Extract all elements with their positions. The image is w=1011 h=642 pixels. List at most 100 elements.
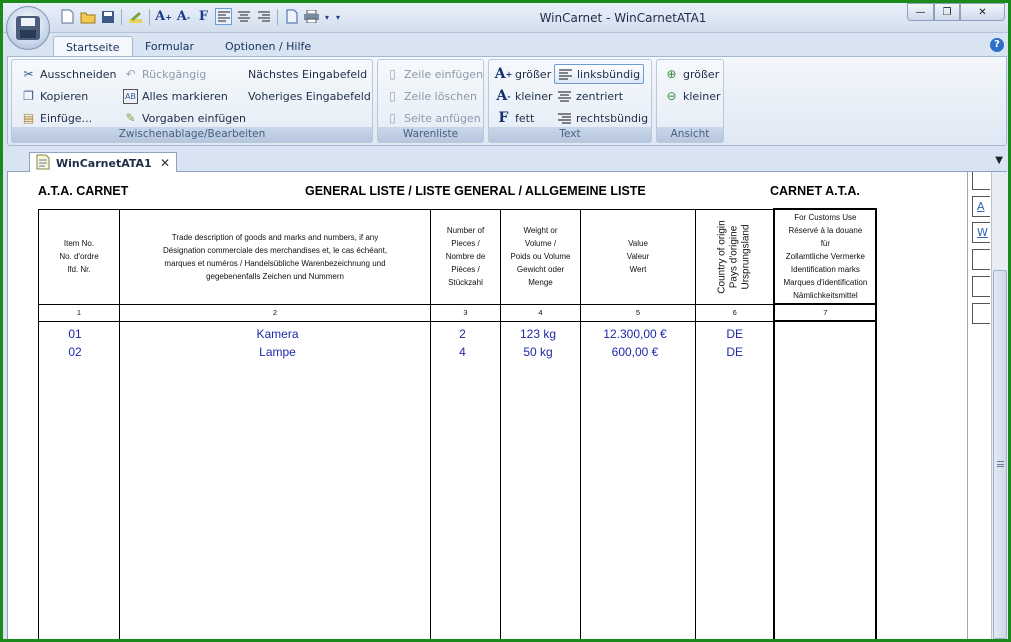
customize-qat-icon[interactable]: ▾ <box>334 8 342 25</box>
goods-table: Item No. No. d'ordre lfd. Nr. Trade descri… <box>38 208 878 639</box>
sheet-title-center: GENERAL LISTE / LISTE GENERAL / ALLGEMEI… <box>305 184 646 198</box>
side-box <box>972 276 990 297</box>
quick-access-toolbar: A + A- F ▾ ▾ <box>59 8 342 25</box>
customs-cell[interactable] <box>773 320 878 639</box>
ribbon: ✂ Ausschneiden ❐ Kopieren ▤ Einfüge... ↶ Rüc… <box>7 56 1007 146</box>
next-field-button[interactable]: Nächstes Eingabefeld <box>245 64 370 84</box>
value-cell[interactable]: 12.300,00 €600,00 € <box>580 321 696 639</box>
header-item-no: Item No. No. d'ordre lfd. Nr. <box>38 208 120 305</box>
side-box <box>972 172 990 190</box>
align-center-button[interactable]: zentriert <box>554 86 626 106</box>
align-left-button[interactable]: linksbündig <box>554 64 645 84</box>
align-right-button[interactable]: rechtsbündig <box>554 108 651 128</box>
close-button[interactable]: ✕ <box>960 3 1005 21</box>
text-smaller-button[interactable]: A - kleiner <box>493 86 556 106</box>
undo-button[interactable]: ↶ Rückgängig <box>120 64 209 84</box>
help-icon[interactable]: ? <box>990 38 1004 52</box>
font-bigger-icon[interactable]: A + <box>155 8 172 25</box>
group-label: Zwischenablage/Bearbeiten <box>12 127 372 142</box>
header-row: Item No. No. d'ordre lfd. Nr. Trade descri… <box>38 208 878 305</box>
minimize-button[interactable]: — <box>907 3 934 21</box>
side-panel: A W <box>967 172 991 639</box>
document-tab[interactable]: WinCarnetATA1 ✕ <box>29 152 177 173</box>
align-right-icon <box>557 111 572 126</box>
select-all-button[interactable]: AB Alles markieren <box>120 86 231 106</box>
open-folder-icon[interactable] <box>79 8 96 25</box>
header-origin: Country of origin Pays d'origine Ursprungs… <box>695 208 775 305</box>
title-bar: A+ A- F ▾ ▾ WinCarnet - WinCarnetATA1 — <box>3 3 1008 33</box>
goods-data-row: 01 02 Kamera Lampe 24 123 kg 50 kg 12.300,0… <box>38 320 878 639</box>
align-left-icon[interactable] <box>215 8 232 25</box>
font-smaller-icon[interactable]: A- <box>175 8 192 25</box>
document-tabs: WinCarnetATA1 ✕ ▼ <box>7 150 1007 173</box>
print-icon[interactable] <box>303 8 320 25</box>
group-ansicht: ⊕ größer ⊖ kleiner Ansicht <box>656 59 724 143</box>
edit-pencil-icon[interactable] <box>127 8 144 25</box>
side-link-a[interactable]: A <box>972 196 990 217</box>
close-tab-icon[interactable]: ✕ <box>160 156 170 170</box>
copy-icon: ❐ <box>23 89 34 103</box>
side-link-w[interactable]: W <box>972 222 990 243</box>
clipboard-icon: ▤ <box>22 111 35 125</box>
insert-row-button[interactable]: ▯ Zeile einfügen <box>382 64 486 84</box>
side-box <box>972 303 990 324</box>
bold-button[interactable]: Ffett <box>493 108 537 128</box>
new-document-icon[interactable] <box>59 8 76 25</box>
side-box <box>972 249 990 270</box>
bold-icon[interactable]: F <box>195 8 212 25</box>
maximize-button[interactable]: ❐ <box>934 3 960 21</box>
group-text: A + größer A - kleiner Ffett linksbündig zen… <box>488 59 652 143</box>
align-center-icon[interactable] <box>235 8 252 25</box>
text-bigger-button[interactable]: A + größer <box>493 64 554 84</box>
vertical-scrollbar[interactable] <box>991 172 1008 639</box>
append-page-button[interactable]: ▯ Seite anfügen <box>382 108 484 128</box>
group-clipboard: ✂ Ausschneiden ❐ Kopieren ▤ Einfüge... ↶ Rüc… <box>11 59 373 143</box>
align-left-icon <box>558 67 573 82</box>
tab-formular[interactable]: Formular <box>133 36 206 57</box>
scrollbar-thumb[interactable] <box>993 270 1007 639</box>
description-cell[interactable]: Kamera Lampe <box>119 321 431 639</box>
document-icon <box>36 154 50 173</box>
undo-icon: ↶ <box>125 67 136 81</box>
group-label: Ansicht <box>657 127 723 142</box>
cut-button[interactable]: ✂ Ausschneiden <box>18 64 120 84</box>
zoom-out-icon: ⊖ <box>666 89 677 103</box>
header-pieces: Number of Pieces / Nombre de Pièces / Stückz… <box>430 208 501 305</box>
page-icon: ▯ <box>389 89 396 103</box>
header-customs: For Customs Use Réservé à la douane für Zol… <box>773 208 878 305</box>
header-value: Value Valeur Wert <box>580 208 696 305</box>
tab-list-dropdown-icon[interactable]: ▼ <box>995 155 1003 166</box>
app-window: A+ A- F ▾ ▾ WinCarnet - WinCarnetATA1 — <box>3 3 1008 639</box>
insert-defaults-button[interactable]: ✎ Vorgaben einfügen <box>120 108 249 128</box>
chevron-down-icon[interactable]: ▾ <box>323 8 331 25</box>
copy-button[interactable]: ❐ Kopieren <box>18 86 91 106</box>
prev-field-button[interactable]: Voheriges Eingabefeld <box>245 86 374 106</box>
edit-pencil-icon: ✎ <box>125 111 136 125</box>
group-label: Text <box>489 127 651 142</box>
group-label: Warenliste <box>378 127 483 142</box>
select-all-icon: AB <box>123 88 138 104</box>
paste-button[interactable]: ▤ Einfüge... <box>18 108 95 128</box>
delete-row-button[interactable]: ▯ Zeile löschen <box>382 86 480 106</box>
zoom-in-button[interactable]: ⊕ größer <box>661 64 722 84</box>
sheet-title-right: CARNET A.T.A. <box>770 184 860 198</box>
page-add-icon: ▯ <box>389 111 396 125</box>
font-smaller-icon: A- <box>496 88 511 104</box>
group-warenliste: ▯ Zeile einfügen ▯ Zeile löschen ▯ Seite an… <box>377 59 484 143</box>
zoom-out-button[interactable]: ⊖ kleiner <box>661 86 724 106</box>
weight-cell[interactable]: 123 kg 50 kg <box>500 321 581 639</box>
page-icon[interactable] <box>283 8 300 25</box>
save-disk-icon <box>16 16 40 40</box>
item-no-cell[interactable]: 01 02 <box>38 321 120 639</box>
align-right-icon[interactable] <box>255 8 272 25</box>
application-menu-button[interactable] <box>6 6 50 50</box>
grip-icon <box>997 461 1004 467</box>
origin-cell[interactable]: DE DE <box>695 321 775 639</box>
font-bigger-icon: A + <box>494 66 513 82</box>
tab-startseite[interactable]: Startseite <box>53 36 133 57</box>
pieces-cell[interactable]: 24 <box>430 321 501 639</box>
save-icon[interactable] <box>99 8 116 25</box>
document-page: A.T.A. CARNET GENERAL LISTE / LISTE GENE… <box>7 172 967 639</box>
column-number-row: 1 2 3 4 5 6 7 <box>38 303 878 322</box>
tab-optionen-hilfe[interactable]: Optionen / Hilfe <box>213 36 323 57</box>
